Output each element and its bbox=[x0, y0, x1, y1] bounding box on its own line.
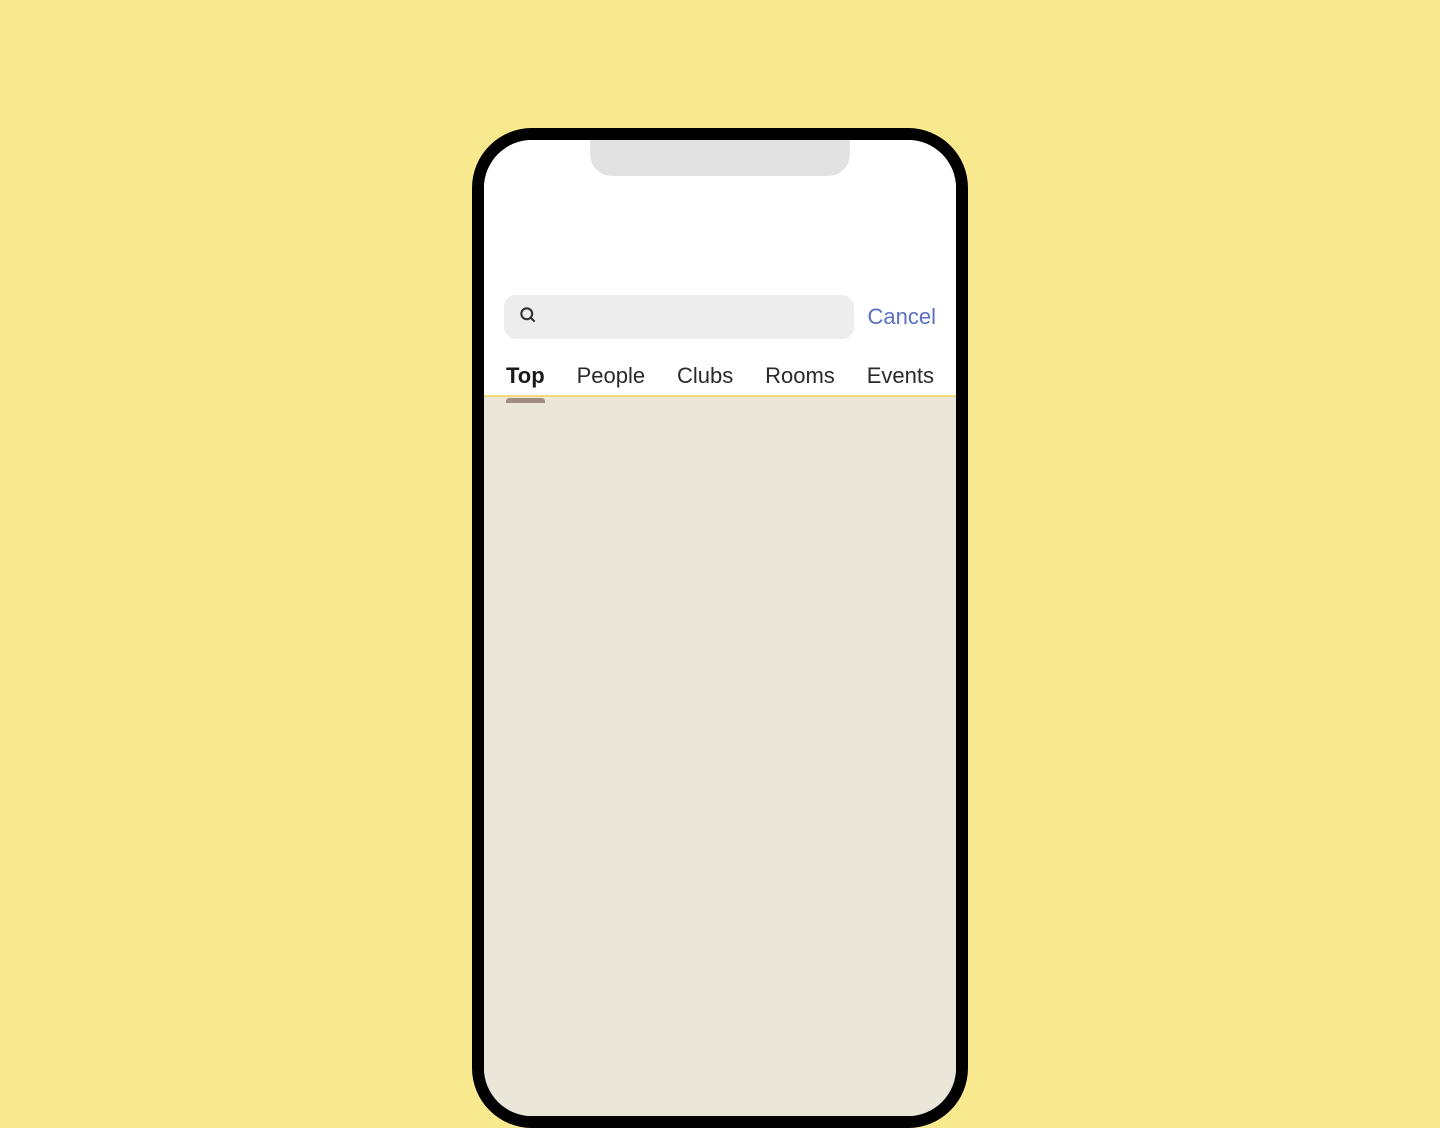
tab-people[interactable]: People bbox=[577, 363, 646, 389]
tab-rooms[interactable]: Rooms bbox=[765, 363, 835, 389]
phone-screen: Cancel Top People Clubs Rooms Events bbox=[484, 140, 956, 1116]
tabs-bar: Top People Clubs Rooms Events bbox=[484, 357, 956, 397]
tab-clubs[interactable]: Clubs bbox=[677, 363, 733, 389]
search-row: Cancel bbox=[484, 295, 956, 339]
search-input[interactable] bbox=[504, 295, 854, 339]
phone-notch bbox=[590, 140, 850, 176]
cancel-button[interactable]: Cancel bbox=[868, 304, 936, 330]
tab-top[interactable]: Top bbox=[506, 363, 545, 389]
tab-events[interactable]: Events bbox=[867, 363, 934, 389]
phone-frame: Cancel Top People Clubs Rooms Events bbox=[472, 128, 968, 1128]
results-area bbox=[484, 397, 956, 1116]
search-icon bbox=[518, 305, 538, 330]
